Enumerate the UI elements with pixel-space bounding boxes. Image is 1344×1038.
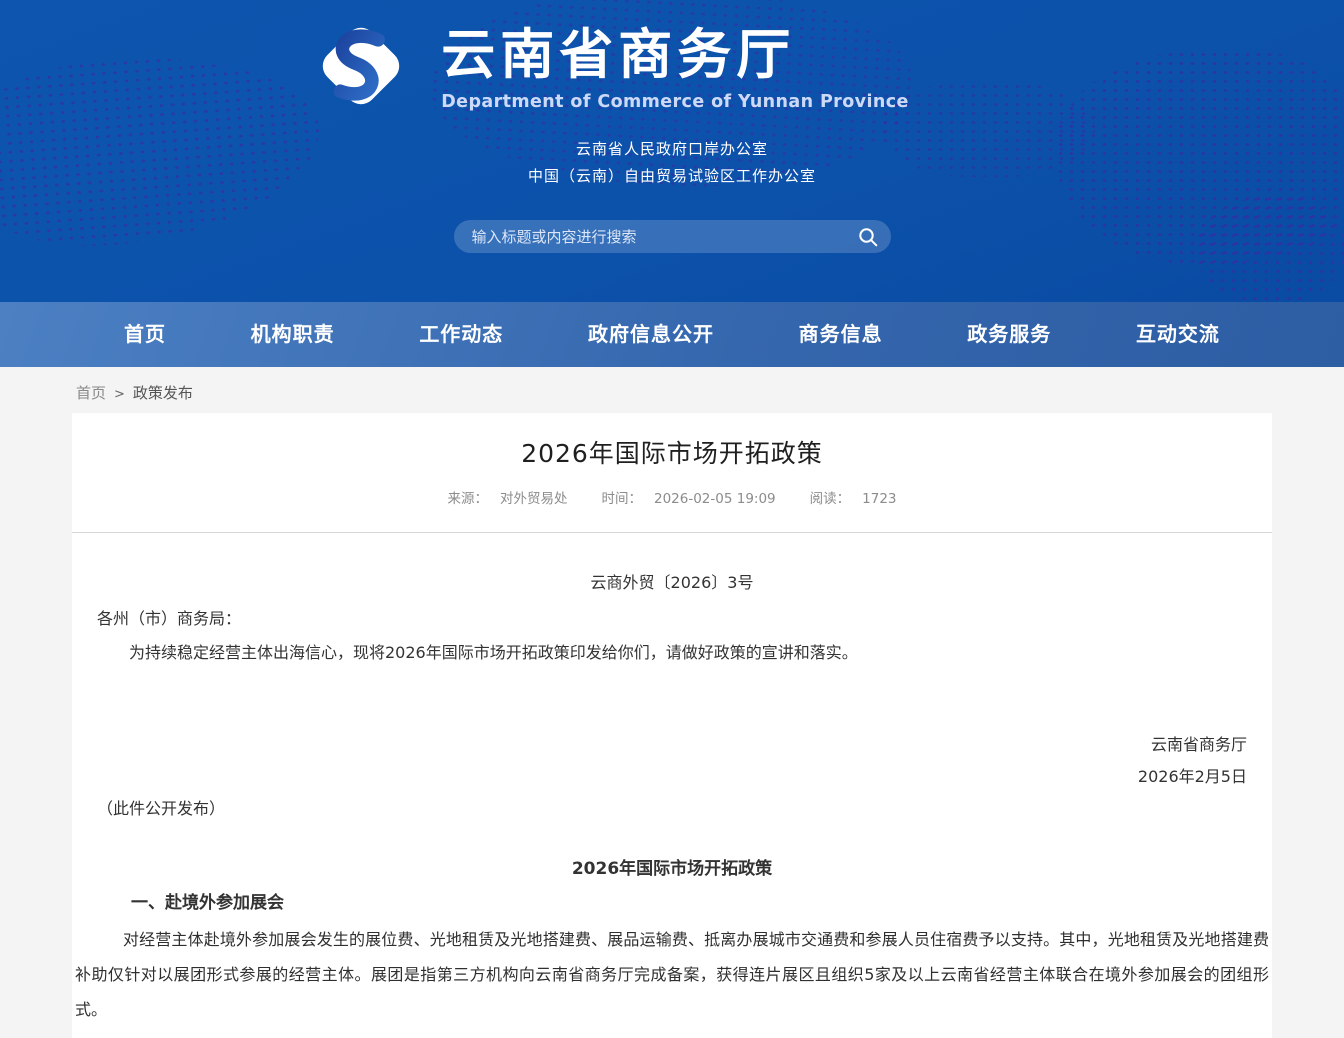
title-divider: [72, 532, 1272, 533]
department-logo-icon: [307, 12, 415, 124]
document-number: 云商外贸〔2026〕3号: [75, 571, 1269, 595]
sign-date: 2026年2月5日: [75, 765, 1247, 789]
time-value: 2026-02-05 19:09: [654, 491, 776, 507]
page-title: 2026年国际市场开拓政策: [72, 437, 1272, 471]
nav-item-home[interactable]: 首页: [124, 302, 166, 367]
breadcrumb-separator: >: [114, 387, 125, 402]
nav-item-duties[interactable]: 机构职责: [251, 302, 335, 367]
org-name-cn: 云南省商务厅: [441, 24, 909, 86]
org-name-en: Department of Commerce of Yunnan Provinc…: [441, 92, 909, 112]
salutation: 各州（市）商务局：: [97, 607, 1269, 631]
search-box: [454, 220, 891, 253]
nav-item-commerce-info[interactable]: 商务信息: [799, 302, 883, 367]
time-label: 时间：: [601, 491, 642, 507]
article-card: 2026年国际市场开拓政策 来源： 对外贸易处 时间： 2026-02-05 19:0…: [72, 413, 1272, 1038]
nav-item-gov-info[interactable]: 政府信息公开: [588, 302, 714, 367]
policy-body-title: 2026年国际市场开拓政策: [75, 857, 1269, 881]
nav-item-gov-services[interactable]: 政务服务: [967, 302, 1051, 367]
views-label: 阅读：: [810, 491, 851, 507]
intro-paragraph: 为持续稳定经营主体出海信心，现将2026年国际市场开拓政策印发给你们，请做好政策…: [97, 641, 1247, 665]
article-body: 云商外贸〔2026〕3号 各州（市）商务局： 为持续稳定经营主体出海信心，现将2…: [72, 571, 1272, 1027]
article-meta: 来源： 对外贸易处 时间： 2026-02-05 19:09 阅读： 1723: [72, 489, 1272, 509]
source-value: 对外贸易处: [500, 491, 568, 507]
main-navigation: 首页 机构职责 工作动态 政府信息公开 商务信息 政务服务 互动交流: [0, 302, 1344, 367]
views-value: 1723: [862, 491, 896, 507]
breadcrumb-current: 政策发布: [133, 384, 193, 402]
sub-org-line-2: 中国（云南）自由贸易试验区工作办公室: [0, 163, 1344, 190]
nav-item-interaction[interactable]: 互动交流: [1136, 302, 1220, 367]
brand: 云南省商务厅 Department of Commerce of Yunnan …: [0, 12, 1280, 124]
nav-item-work-news[interactable]: 工作动态: [419, 302, 503, 367]
search-button[interactable]: [853, 222, 883, 252]
site-header: 云南省商务厅 Department of Commerce of Yunnan …: [0, 0, 1344, 302]
signer: 云南省商务厅: [75, 733, 1247, 757]
publish-note: （此件公开发布）: [97, 797, 1269, 821]
source-label: 来源：: [447, 491, 488, 507]
sub-org-line-1: 云南省人民政府口岸办公室: [0, 136, 1344, 163]
breadcrumb: 首页 > 政策发布: [72, 367, 1272, 413]
section-1-text: 对经营主体赴境外参加展会发生的展位费、光地租赁及光地搭建费、展品运输费、抵离办展…: [75, 922, 1269, 1027]
breadcrumb-home-link[interactable]: 首页: [76, 384, 106, 402]
search-input[interactable]: [454, 220, 891, 253]
section-1-heading: 一、赴境外参加展会: [97, 891, 1269, 915]
search-icon: [856, 237, 880, 252]
